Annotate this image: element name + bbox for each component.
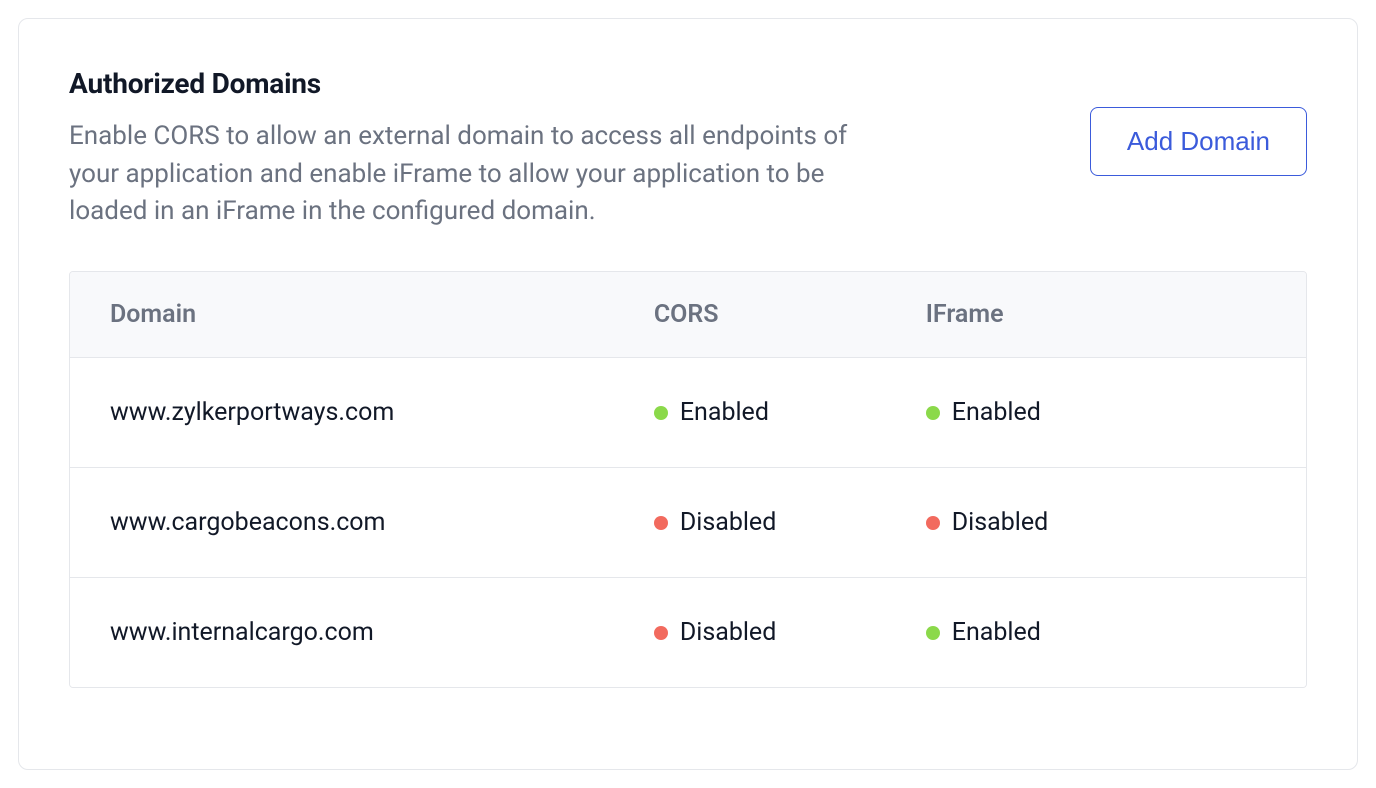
cell-domain: www.zylkerportways.com [70,358,614,467]
status-dot-icon [926,626,940,640]
cell-cors: Enabled [614,358,886,467]
cell-iframe: Enabled [886,578,1306,687]
authorized-domains-card: Authorized Domains Enable CORS to allow … [18,18,1358,770]
table-row[interactable]: www.internalcargo.com Disabled Enabled [70,578,1306,687]
cell-domain: www.cargobeacons.com [70,468,614,577]
status-label: Disabled [680,618,776,647]
section-description: Enable CORS to allow an external domain … [69,118,889,231]
status-badge: Enabled [654,398,769,427]
status-dot-icon [654,516,668,530]
cell-domain: www.internalcargo.com [70,578,614,687]
status-badge: Disabled [926,508,1048,537]
status-dot-icon [926,406,940,420]
cell-cors: Disabled [614,578,886,687]
status-dot-icon [926,516,940,530]
status-badge: Enabled [926,618,1041,647]
status-label: Enabled [952,398,1041,427]
cell-iframe: Disabled [886,468,1306,577]
status-label: Enabled [680,398,769,427]
column-header-cors: CORS [614,272,886,357]
header-text: Authorized Domains Enable CORS to allow … [69,67,889,231]
status-badge: Enabled [926,398,1041,427]
table-header: Domain CORS IFrame [70,272,1306,358]
status-label: Disabled [952,508,1048,537]
table-row[interactable]: www.zylkerportways.com Enabled Enabled [70,358,1306,468]
domains-table: Domain CORS IFrame www.zylkerportways.co… [69,271,1307,688]
column-header-domain: Domain [70,272,614,357]
cell-cors: Disabled [614,468,886,577]
column-header-iframe: IFrame [886,272,1306,357]
table-row[interactable]: www.cargobeacons.com Disabled Disabled [70,468,1306,578]
table-body: www.zylkerportways.comEnabledEnabledwww.… [70,358,1306,687]
status-dot-icon [654,406,668,420]
status-badge: Disabled [654,508,776,537]
cell-iframe: Enabled [886,358,1306,467]
status-badge: Disabled [654,618,776,647]
status-label: Enabled [952,618,1041,647]
status-label: Disabled [680,508,776,537]
section-title: Authorized Domains [69,67,889,100]
status-dot-icon [654,626,668,640]
add-domain-button[interactable]: Add Domain [1090,107,1307,176]
header-row: Authorized Domains Enable CORS to allow … [69,67,1307,231]
